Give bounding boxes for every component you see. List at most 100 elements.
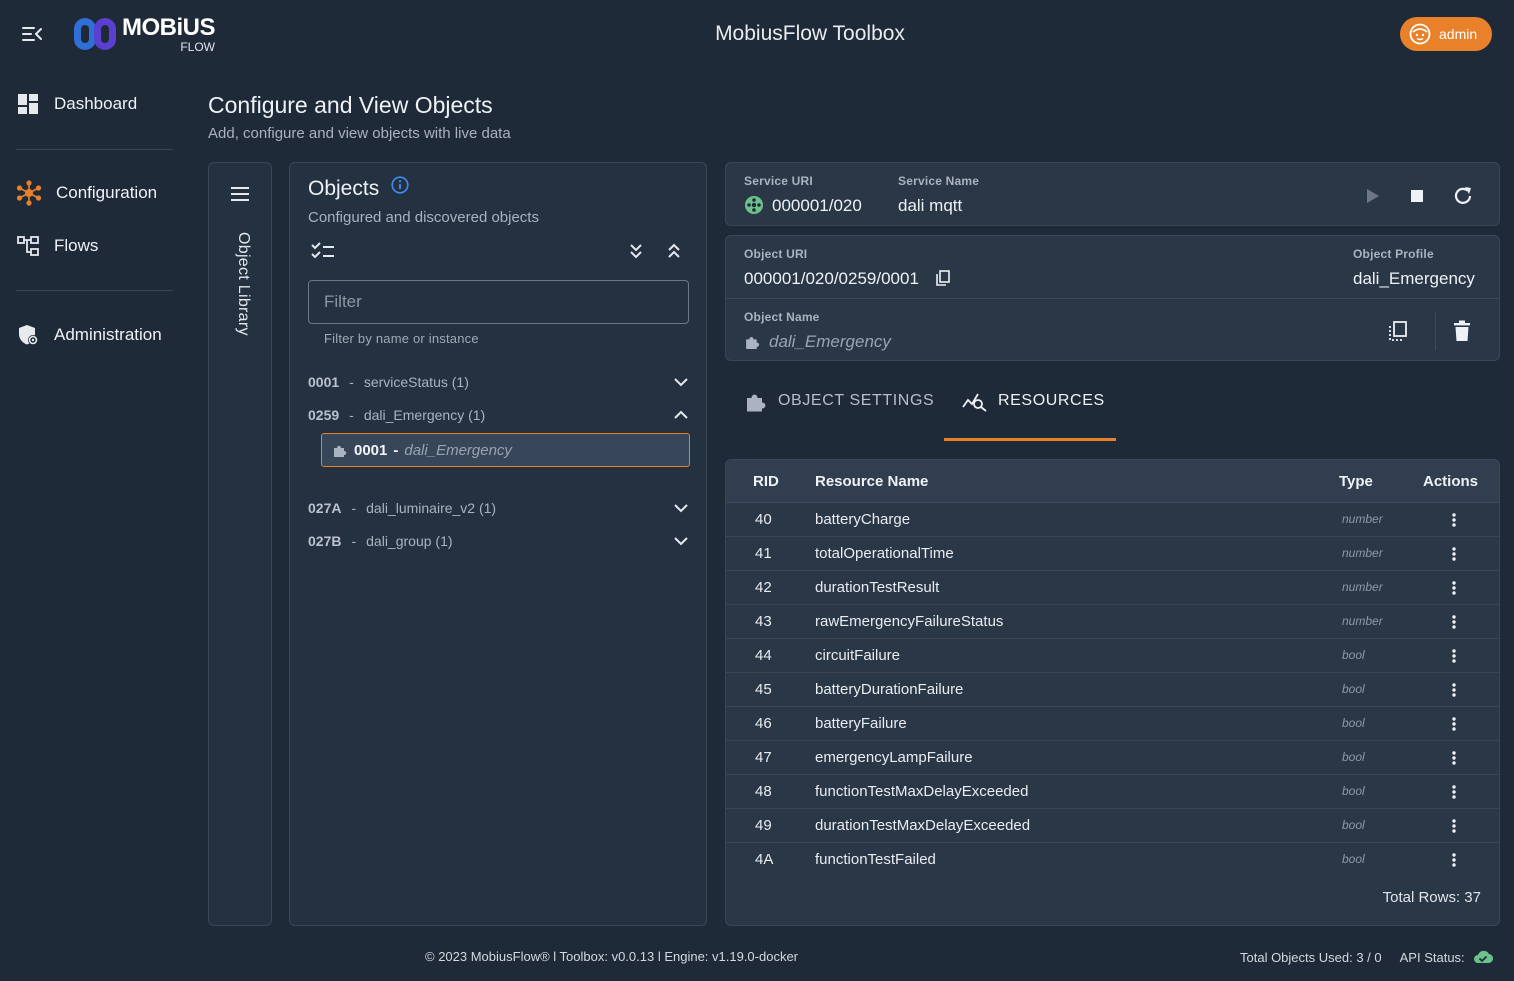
tree-item-selected[interactable]: 0001 - dali_Emergency (321, 433, 690, 467)
sidebar-item-configuration[interactable]: Configuration (16, 176, 157, 210)
more-vert-icon[interactable] (1450, 852, 1458, 868)
cell-rid: 46 (755, 715, 772, 732)
tab-label: RESOURCES (998, 392, 1105, 409)
table-row[interactable]: 41 totalOperationalTime number (726, 537, 1499, 571)
tab-object-settings[interactable]: OBJECT SETTINGS (744, 388, 934, 414)
cell-resource-name: functionTestMaxDelayExceeded (815, 783, 1029, 800)
cell-rid: 41 (755, 545, 772, 562)
table-row[interactable]: 44 circuitFailure bool (726, 639, 1499, 673)
hamburger-menu-icon[interactable] (229, 184, 251, 204)
table-row[interactable]: 48 functionTestMaxDelayExceeded bool (726, 775, 1499, 809)
footer-copyright: © 2023 MobiusFlow® l Toolbox: v0.0.13 l … (425, 949, 799, 964)
cell-type: number (1342, 512, 1383, 526)
tab-label: OBJECT SETTINGS (778, 392, 935, 409)
logo-text: MOBiUS (122, 13, 216, 41)
cell-rid: 4A (755, 851, 774, 868)
table-row[interactable]: 42 durationTestResult number (726, 571, 1499, 605)
logo-subtext: FLOW (180, 39, 215, 54)
api-status-label: API Status: (1399, 949, 1465, 965)
more-vert-icon[interactable] (1450, 512, 1458, 528)
table-row[interactable]: 46 batteryFailure bool (726, 707, 1499, 741)
expand-all-icon[interactable] (627, 242, 645, 260)
cell-resource-name: durationTestMaxDelayExceeded (815, 817, 1031, 834)
checklist-icon[interactable] (310, 241, 336, 261)
cell-resource-name: batteryCharge (815, 511, 911, 528)
user-avatar-icon (1409, 23, 1431, 45)
filter-input[interactable] (308, 280, 689, 324)
object-name-value[interactable]: dali_Emergency (769, 332, 891, 352)
play-icon[interactable] (1362, 186, 1382, 206)
info-icon[interactable] (391, 176, 409, 194)
tree-group-0259[interactable]: 0259- dali_Emergency (1) (308, 402, 690, 428)
cell-resource-name: durationTestResult (815, 579, 940, 596)
tree-group-name: dali_group (1) (366, 533, 453, 549)
cell-rid: 47 (755, 749, 772, 766)
sidebar-item-dashboard[interactable]: Dashboard (16, 87, 137, 121)
object-profile-label: Object Profile (1353, 247, 1434, 261)
column-header-actions: Actions (1423, 473, 1479, 490)
user-menu-button[interactable]: admin (1400, 17, 1492, 51)
active-tab-indicator (944, 438, 1116, 441)
object-uri-value: 000001/020/0259/0001 (744, 269, 919, 288)
puzzle-icon (744, 333, 761, 350)
cell-type: bool (1342, 750, 1365, 764)
table-row[interactable]: 43 rawEmergencyFailureStatus number (726, 605, 1499, 639)
more-vert-icon[interactable] (1450, 716, 1458, 732)
service-name-label: Service Name (898, 174, 980, 188)
sidebar-divider (16, 149, 173, 150)
objects-used: Total Objects Used: 3 / 0 (1240, 949, 1382, 965)
table-row[interactable]: 40 batteryCharge number (726, 503, 1499, 537)
table-row[interactable]: 45 batteryDurationFailure bool (726, 673, 1499, 707)
cell-type: number (1342, 614, 1383, 628)
sidebar-item-flows[interactable]: Flows (16, 229, 98, 263)
object-card-divider (726, 298, 1499, 299)
tree-group-name: dali_luminaire_v2 (1) (366, 500, 497, 516)
tree-group-id: 027A (308, 500, 342, 516)
tree-group-0001[interactable]: 0001- serviceStatus (1) (308, 369, 690, 395)
duplicate-icon[interactable] (1387, 320, 1409, 342)
cell-resource-name: emergencyLampFailure (815, 749, 973, 766)
refresh-icon[interactable] (1452, 185, 1474, 207)
tree-group-027b[interactable]: 027B - dali_group (1) (308, 528, 690, 554)
tree-item-separator: - (393, 441, 399, 459)
collapse-all-icon[interactable] (665, 242, 683, 260)
cell-rid: 45 (755, 681, 772, 698)
more-vert-icon[interactable] (1450, 750, 1458, 766)
delete-icon[interactable] (1452, 320, 1472, 342)
cell-rid: 40 (755, 511, 772, 528)
copy-icon[interactable] (935, 269, 951, 287)
tree-group-027a[interactable]: 027A - dali_luminaire_v2 (1) (308, 495, 690, 521)
more-vert-icon[interactable] (1450, 682, 1458, 698)
more-vert-icon[interactable] (1450, 818, 1458, 834)
objects-subtitle: Configured and discovered objects (308, 209, 539, 226)
more-vert-icon[interactable] (1450, 546, 1458, 562)
column-header-resource-name[interactable]: Resource Name (815, 473, 928, 490)
more-vert-icon[interactable] (1450, 648, 1458, 664)
table-row[interactable]: 49 durationTestMaxDelayExceeded bool (726, 809, 1499, 843)
tree-group-name: dali_Emergency (1) (363, 407, 486, 423)
page-subtitle: Add, configure and view objects with liv… (208, 125, 511, 142)
object-library-label[interactable]: Object Library (226, 232, 252, 336)
sidebar-item-label: Administration (54, 325, 162, 344)
cell-resource-name: batteryFailure (815, 715, 907, 732)
column-header-rid[interactable]: RID (753, 473, 779, 490)
logo-mark-icon (74, 18, 116, 50)
sidebar-item-administration[interactable]: Administration (16, 318, 162, 352)
cell-type: bool (1342, 716, 1365, 730)
cell-rid: 44 (755, 647, 772, 664)
service-status-icon (744, 195, 764, 215)
cell-rid: 42 (755, 579, 772, 596)
more-vert-icon[interactable] (1450, 784, 1458, 800)
more-vert-icon[interactable] (1450, 580, 1458, 596)
table-row[interactable]: 4A functionTestFailed bool (726, 843, 1499, 869)
more-vert-icon[interactable] (1450, 614, 1458, 630)
tab-resources[interactable]: RESOURCES (962, 388, 1105, 414)
chevron-down-icon (674, 378, 688, 387)
cell-type: number (1342, 580, 1383, 594)
menu-collapse-icon[interactable] (20, 22, 46, 46)
stop-icon[interactable] (1407, 186, 1427, 206)
sidebar-item-label: Configuration (56, 183, 158, 202)
table-row[interactable]: 47 emergencyLampFailure bool (726, 741, 1499, 775)
column-header-type[interactable]: Type (1339, 473, 1373, 490)
puzzle-icon (747, 394, 766, 412)
